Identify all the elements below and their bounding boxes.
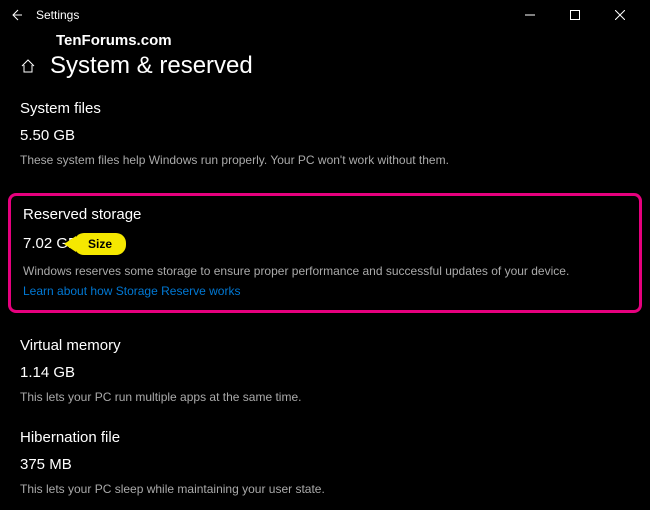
maximize-icon (570, 10, 580, 20)
section-title: Reserved storage (23, 206, 627, 223)
section-title: Hibernation file (20, 429, 630, 446)
maximize-button[interactable] (552, 0, 597, 30)
close-icon (615, 10, 625, 20)
page-title: System & reserved (50, 52, 253, 80)
section-desc: This lets your PC sleep while maintainin… (20, 481, 630, 498)
section-title: System files (20, 100, 630, 117)
page-header: System & reserved (0, 30, 650, 92)
section-title: Virtual memory (20, 337, 630, 354)
section-virtual-memory: Virtual memory 1.14 GB This lets your PC… (20, 337, 630, 406)
section-hibernation-file: Hibernation file 375 MB This lets your P… (20, 429, 630, 498)
back-arrow-icon (9, 8, 23, 22)
annotation-callout: Size (74, 233, 126, 255)
titlebar-left: Settings (8, 7, 79, 23)
section-desc: These system files help Windows run prop… (20, 152, 630, 169)
section-desc: Windows reserves some storage to ensure … (23, 263, 627, 280)
section-value: 1.14 GB (20, 364, 630, 381)
minimize-icon (525, 10, 535, 20)
section-desc: This lets your PC run multiple apps at t… (20, 389, 630, 406)
window-controls (507, 0, 642, 30)
section-system-files: System files 5.50 GB These system files … (20, 100, 630, 169)
section-reserved-storage: Reserved storage 7.02 GB Size Windows re… (8, 193, 642, 313)
value-with-annotation: 7.02 GB Size (23, 233, 627, 255)
back-button[interactable] (8, 7, 24, 23)
section-value: 375 MB (20, 456, 630, 473)
learn-more-link[interactable]: Learn about how Storage Reserve works (23, 284, 240, 298)
content: System files 5.50 GB These system files … (0, 92, 650, 498)
minimize-button[interactable] (507, 0, 552, 30)
app-title: Settings (36, 8, 79, 22)
home-icon (20, 58, 36, 74)
close-button[interactable] (597, 0, 642, 30)
titlebar: Settings (0, 0, 650, 30)
home-button[interactable] (20, 58, 36, 74)
section-value: 5.50 GB (20, 127, 630, 144)
